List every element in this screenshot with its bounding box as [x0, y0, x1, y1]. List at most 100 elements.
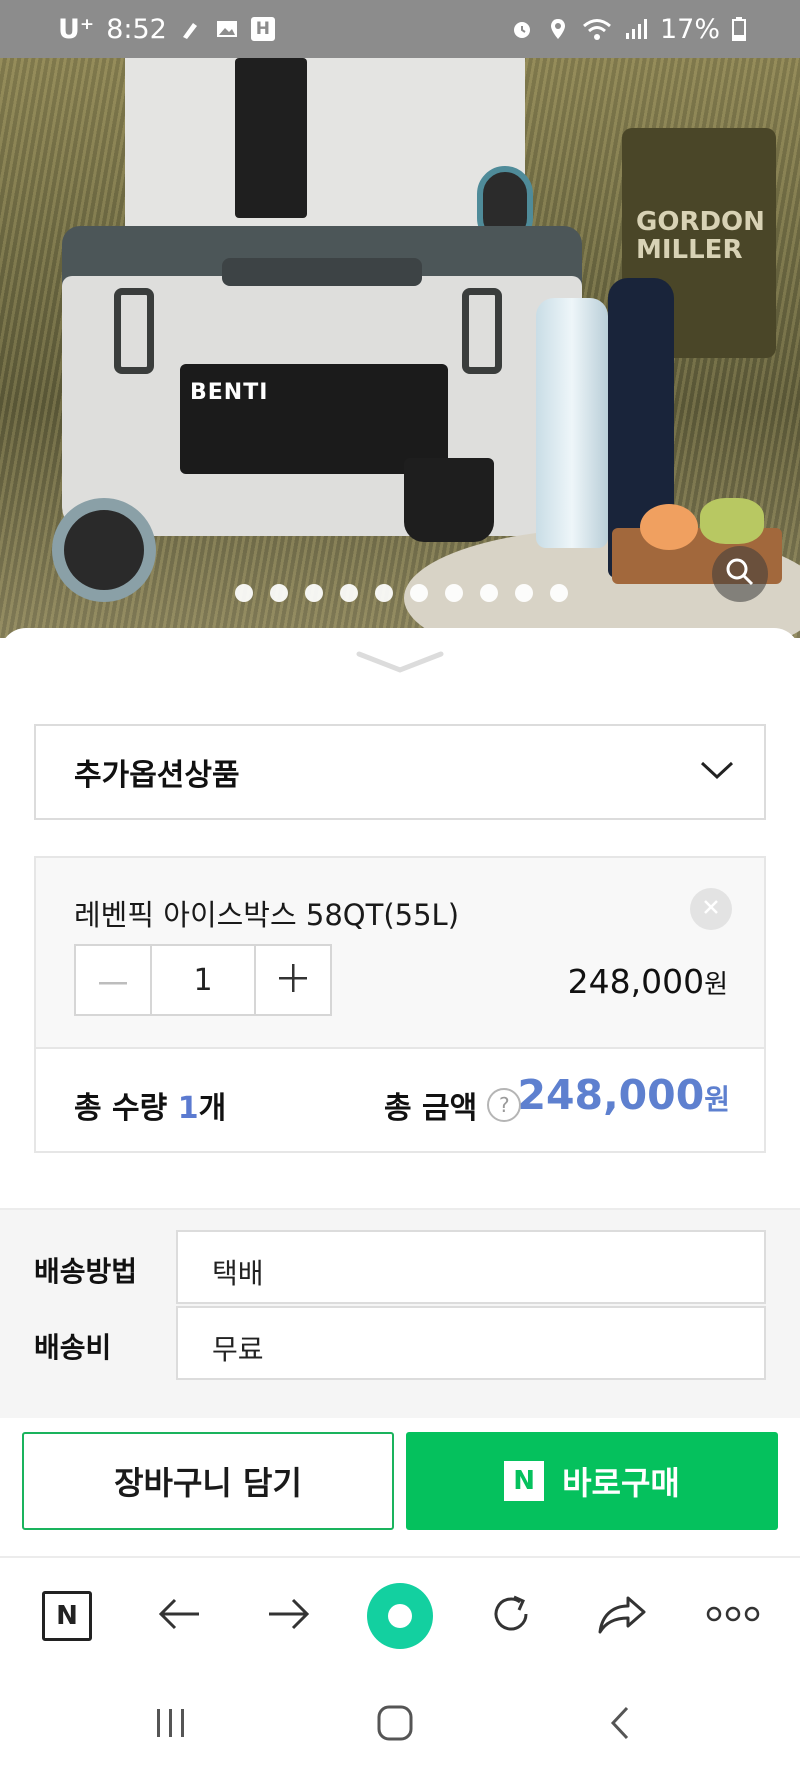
- cooler-top-image: [125, 58, 533, 248]
- product-price-value: 248,000: [567, 962, 705, 1001]
- cooler-main-image: BENTI: [62, 258, 582, 536]
- shipping-method-value: 택배: [176, 1230, 766, 1304]
- share-icon: [598, 1594, 646, 1638]
- shipping-method-label: 배송방법: [34, 1255, 138, 1288]
- battery-icon: [732, 17, 746, 41]
- forward-button[interactable]: [244, 1558, 334, 1674]
- buy-now-label: 바로구매: [562, 1464, 680, 1502]
- browser-toolbar: N: [0, 1556, 800, 1672]
- quantity-value[interactable]: 1: [150, 946, 256, 1014]
- water-bottle-image: [536, 298, 608, 548]
- cooler-latch-left: [114, 288, 154, 374]
- total-amount-label: 총 금액 ?: [384, 1083, 522, 1127]
- total-amount-value: 248,000: [517, 1071, 705, 1119]
- refresh-icon: [488, 1591, 534, 1641]
- cooler-brand-text: BENTI: [190, 380, 269, 405]
- quantity-stepper[interactable]: 1: [74, 944, 332, 1016]
- cooler-top-label: [235, 58, 307, 218]
- purchase-sheet: 추가옵션상품 레벤픽 아이스박스 58QT(55L) 1 248,000원 총 …: [0, 628, 800, 1568]
- battery-percent: 17%: [659, 13, 720, 45]
- location-icon: [546, 17, 570, 41]
- total-amount: 248,000원: [517, 1071, 730, 1119]
- carousel-dot[interactable]: [479, 584, 498, 602]
- shipping-fee-label: 배송비: [34, 1331, 112, 1364]
- gallery-icon: [215, 17, 239, 41]
- mug-image: [404, 458, 494, 542]
- green-dot-center: [388, 1604, 412, 1628]
- naver-pay-icon: N: [504, 1461, 545, 1501]
- forward-arrow-icon: [267, 1597, 311, 1635]
- total-quantity-suffix: 개: [198, 1091, 227, 1126]
- system-back-button[interactable]: [570, 1672, 670, 1778]
- carousel-indicators: [0, 584, 800, 604]
- purchase-actions: 장바구니 담기 N 바로구매: [0, 1418, 800, 1568]
- clock: 8:52: [106, 13, 167, 45]
- share-button[interactable]: [577, 1558, 667, 1674]
- add-to-cart-label: 장바구니 담기: [114, 1464, 302, 1502]
- product-price: 248,000원: [568, 962, 728, 1001]
- product-name: 레벤픽 아이스박스 58QT(55L): [74, 898, 460, 932]
- h-icon: H: [250, 17, 275, 41]
- product-price-unit: 원: [704, 970, 728, 1000]
- shipping-method-row: 배송방법 택배: [0, 1230, 800, 1306]
- add-to-cart-button[interactable]: 장바구니 담기: [22, 1432, 394, 1530]
- more-button[interactable]: [688, 1558, 778, 1674]
- addon-product-select[interactable]: 추가옵션상품: [34, 724, 766, 820]
- selected-product: 레벤픽 아이스박스 58QT(55L) 1 248,000원: [34, 856, 766, 1049]
- naver-home-button[interactable]: N: [22, 1558, 112, 1674]
- carousel-dot[interactable]: [374, 584, 393, 602]
- more-icon: [706, 1605, 760, 1627]
- shipping-fee-row: 배송비 무료: [0, 1306, 800, 1382]
- green-dot-icon: [367, 1583, 433, 1649]
- pen-icon: [179, 17, 203, 41]
- total-quantity: 총 수량 1개: [74, 1083, 226, 1127]
- home-button[interactable]: [345, 1672, 445, 1778]
- cooler-handle: [222, 258, 422, 286]
- decrease-quantity-button[interactable]: [76, 946, 150, 1014]
- alarm-icon: [510, 17, 534, 41]
- orange-image: [640, 504, 698, 550]
- status-bar: U⁺ 8:52 H 17%: [0, 0, 800, 58]
- buy-now-button[interactable]: N 바로구매: [406, 1432, 778, 1530]
- chevron-down-icon: [700, 760, 734, 784]
- shipping-info: 배송방법 택배 배송비 무료: [0, 1208, 800, 1420]
- refresh-button[interactable]: [466, 1558, 556, 1674]
- chevron-left-icon: [609, 1705, 631, 1745]
- home-icon: [376, 1704, 414, 1746]
- search-icon: [725, 557, 755, 591]
- carousel-dot[interactable]: [269, 584, 288, 602]
- remove-product-button[interactable]: [690, 888, 732, 930]
- carousel-dot[interactable]: [444, 584, 463, 602]
- total-quantity-value: 1: [177, 1091, 199, 1126]
- collapse-sheet-button[interactable]: [355, 648, 445, 676]
- carrier-label: U⁺: [58, 13, 95, 45]
- back-button[interactable]: [134, 1558, 224, 1674]
- system-navigation-bar: [0, 1672, 800, 1778]
- product-image-carousel[interactable]: BENTI GORDON MILLER: [0, 58, 800, 638]
- shipping-fee-value: 무료: [176, 1306, 766, 1380]
- recent-apps-icon: [153, 1707, 189, 1743]
- recent-apps-button[interactable]: [121, 1672, 221, 1778]
- increase-quantity-button[interactable]: [256, 946, 330, 1014]
- total-amount-label-text: 총 금액: [384, 1091, 478, 1126]
- carousel-dot[interactable]: [549, 584, 568, 602]
- green-dot-button[interactable]: [355, 1558, 445, 1674]
- chevron-down-icon: [355, 651, 445, 680]
- carousel-dot[interactable]: [514, 584, 533, 602]
- zoom-button[interactable]: [712, 546, 768, 602]
- carousel-dot[interactable]: [234, 584, 253, 602]
- wifi-icon: [582, 17, 612, 41]
- carousel-dot[interactable]: [304, 584, 323, 602]
- total-amount-unit: 원: [704, 1083, 730, 1116]
- total-quantity-prefix: 총 수량: [74, 1091, 178, 1126]
- close-icon: [702, 898, 720, 920]
- order-summary: 총 수량 1개 총 금액 ? 248,000원: [34, 1049, 766, 1153]
- help-icon[interactable]: ?: [487, 1088, 522, 1122]
- signal-icon: [624, 17, 648, 41]
- carousel-dot[interactable]: [409, 584, 428, 602]
- grapes-image: [700, 498, 764, 544]
- carousel-dot[interactable]: [339, 584, 358, 602]
- addon-select-label: 추가옵션상품: [74, 758, 240, 793]
- can-brand-text: GORDON MILLER: [636, 207, 765, 265]
- cooler-latch-right: [462, 288, 502, 374]
